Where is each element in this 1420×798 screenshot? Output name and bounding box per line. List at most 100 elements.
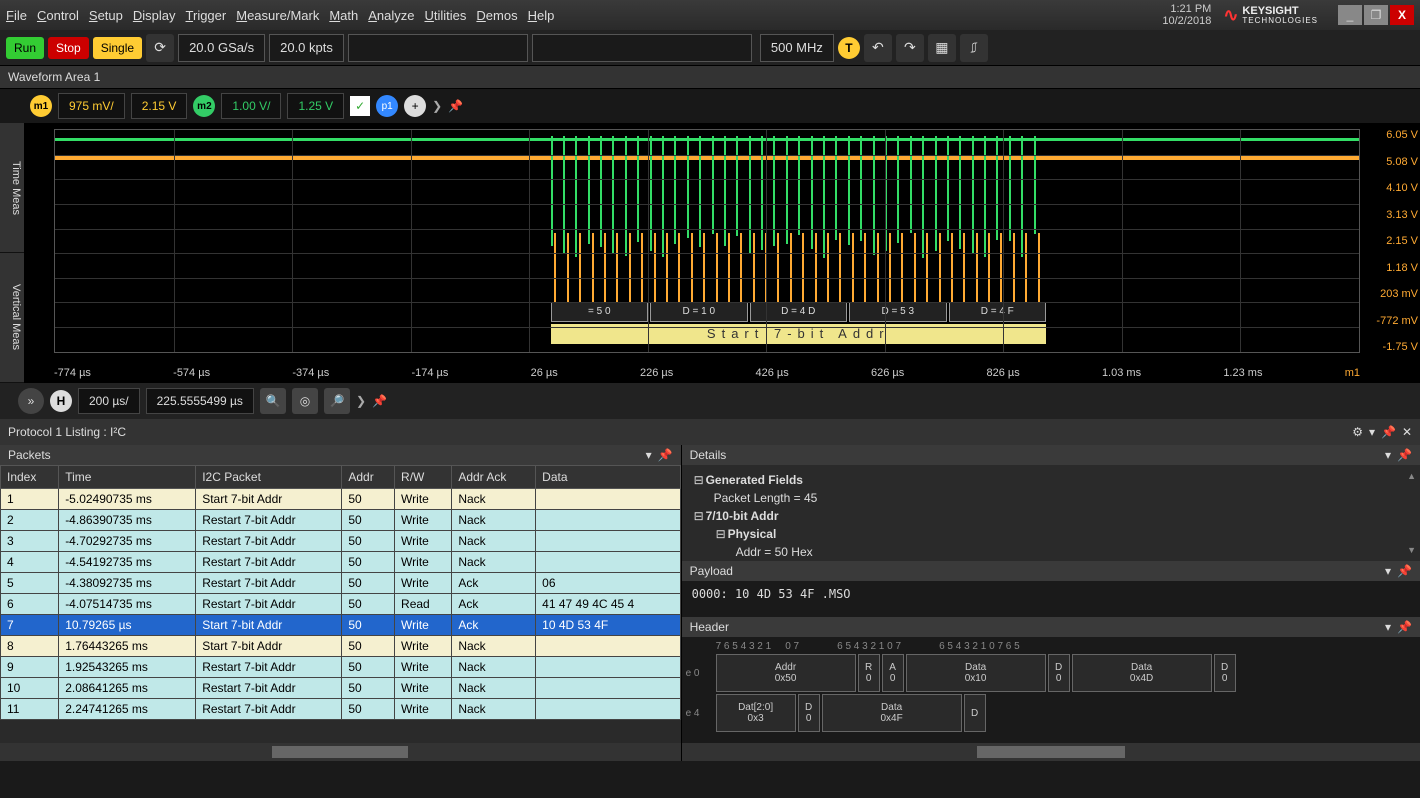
collapse-icon[interactable]: » <box>18 388 44 414</box>
timebase-position[interactable]: 225.5555499 µs <box>146 388 254 414</box>
dropdown-icon[interactable]: ▾ <box>1385 448 1391 462</box>
single-button[interactable]: Single <box>93 37 142 59</box>
pin-icon[interactable]: 📌 <box>1397 620 1412 634</box>
menu-trigger[interactable]: Trigger <box>186 8 227 23</box>
table-row[interactable]: 91.92543265 msRestart 7-bit Addr50WriteN… <box>1 657 681 678</box>
channel1-scale[interactable]: 975 mV/ <box>58 93 125 119</box>
table-row[interactable]: 5-4.38092735 msRestart 7-bit Addr50Write… <box>1 573 681 594</box>
menu-demos[interactable]: Demos <box>476 8 517 23</box>
y-axis-labels: 6.05 V5.08 V4.10 V3.13 V2.15 V1.18 V203 … <box>1364 129 1420 353</box>
brand-logo: ∿ KEYSIGHT TECHNOLOGIES <box>1223 5 1318 26</box>
header-section-header: Header ▾ 📌 <box>682 617 1420 637</box>
details-section-header: Details ▾ 📌 <box>682 445 1420 465</box>
packets-scrollbar[interactable] <box>0 743 681 761</box>
minimize-button[interactable]: _ <box>1338 5 1362 25</box>
protocol-marker-p1[interactable]: p1 <box>376 95 398 117</box>
sample-rate-field[interactable]: 20.0 GSa/s <box>178 34 265 62</box>
channel2-badge[interactable]: m2 <box>193 95 215 117</box>
table-row[interactable]: 2-4.86390735 msRestart 7-bit Addr50Write… <box>1 510 681 531</box>
table-row[interactable]: 6-4.07514735 msRestart 7-bit Addr50ReadA… <box>1 594 681 615</box>
toolbar-field-blank2[interactable] <box>532 34 752 62</box>
marker-enable-checkbox[interactable]: ✓ <box>350 96 370 116</box>
pin-icon[interactable]: 📌 <box>1381 425 1396 439</box>
menu-setup[interactable]: Setup <box>89 8 123 23</box>
bottom-panels: Packets ▾ 📌 IndexTimeI2C PacketAddrR/WAd… <box>0 445 1420 761</box>
packet-table[interactable]: IndexTimeI2C PacketAddrR/WAddr AckData1-… <box>0 465 681 743</box>
table-row[interactable]: 112.24741265 msRestart 7-bit Addr50Write… <box>1 699 681 720</box>
table-row[interactable]: 4-4.54192735 msRestart 7-bit Addr50Write… <box>1 552 681 573</box>
dropdown-icon[interactable]: ▾ <box>1385 620 1391 634</box>
menu-measuremark[interactable]: Measure/Mark <box>236 8 319 23</box>
table-row[interactable]: 102.08641265 msRestart 7-bit Addr50Write… <box>1 678 681 699</box>
close-panel-icon[interactable]: ✕ <box>1402 425 1412 439</box>
channel-controls: m1 975 mV/ 2.15 V m2 1.00 V/ 1.25 V ✓ p1… <box>0 89 1420 123</box>
menu-bar: File Control Setup Display Trigger Measure/Ma… <box>0 0 1420 30</box>
chevron-right-icon[interactable]: ❯ <box>356 394 366 408</box>
table-row[interactable]: 710.79265 µsStart 7-bit Addr50WriteAck10… <box>1 615 681 636</box>
pin-icon[interactable]: 📌 <box>658 448 673 462</box>
table-row[interactable]: 3-4.70292735 msRestart 7-bit Addr50Write… <box>1 531 681 552</box>
table-row[interactable]: 81.76443265 msStart 7-bit Addr50WriteNac… <box>1 636 681 657</box>
measurement-tabs: Time MeasVertical Meas <box>0 123 24 383</box>
layout-icon[interactable]: ▦ <box>928 34 956 62</box>
payload-hex-view[interactable]: 0000: 10 4D 53 4F .MSO <box>682 581 1420 617</box>
menu-help[interactable]: Help <box>528 8 555 23</box>
waveform-area: Time MeasVertical Meas = 5 0D = 1 0D = 4… <box>0 123 1420 383</box>
packets-panel: Packets ▾ 📌 IndexTimeI2C PacketAddrR/WAd… <box>0 445 682 761</box>
settings-gear-icon[interactable]: ⚙ <box>1352 425 1363 439</box>
clock-display: 1:21 PM 10/2/2018 <box>1162 3 1211 27</box>
menu-analyze[interactable]: Analyze <box>368 8 414 23</box>
menu-math[interactable]: Math <box>329 8 358 23</box>
waveform-area-title: Waveform Area 1 <box>0 66 1420 89</box>
signal-burst-area <box>551 136 1047 312</box>
undo-icon[interactable]: ↶ <box>864 34 892 62</box>
menu-display[interactable]: Display <box>133 8 176 23</box>
table-row[interactable]: 1-5.02490735 msStart 7-bit Addr50WriteNa… <box>1 489 681 510</box>
bandwidth-field[interactable]: 500 MHz <box>760 34 834 62</box>
stop-button[interactable]: Stop <box>48 37 89 59</box>
channel1-offset[interactable]: 2.15 V <box>131 93 188 119</box>
decode-overlay: = 5 0D = 1 0D = 4 DD = 5 3D = 4 F <box>551 302 1047 322</box>
channel2-scale[interactable]: 1.00 V/ <box>221 93 281 119</box>
add-channel-button[interactable]: + <box>404 95 426 117</box>
zoom-out-icon[interactable]: 🔍 <box>260 388 286 414</box>
trigger-indicator[interactable]: T <box>838 37 860 59</box>
side-tab-time-meas[interactable]: Time Meas <box>0 123 24 253</box>
details-area: Details ▾ 📌 ⊟Generated Fields Packet Len… <box>682 445 1420 761</box>
pin-icon[interactable]: 📌 <box>372 394 387 408</box>
zoom-in-icon[interactable]: 🔎 <box>324 388 350 414</box>
menu-file[interactable]: File <box>6 8 27 23</box>
pin-icon[interactable]: 📌 <box>448 99 463 113</box>
run-button[interactable]: Run <box>6 37 44 59</box>
menu-control[interactable]: Control <box>37 8 79 23</box>
packets-section-header: Packets ▾ 📌 <box>0 445 681 465</box>
chevron-right-icon[interactable]: ❯ <box>432 99 442 113</box>
horizontal-indicator[interactable]: H <box>50 390 72 412</box>
dropdown-icon[interactable]: ▾ <box>646 448 652 462</box>
redo-icon[interactable]: ↷ <box>896 34 924 62</box>
autoscale-icon[interactable]: ⎎ <box>960 34 988 62</box>
pin-icon[interactable]: 📌 <box>1397 564 1412 578</box>
side-tab-vertical-meas[interactable]: Vertical Meas <box>0 253 24 383</box>
channel2-offset[interactable]: 1.25 V <box>287 93 344 119</box>
details-scrollbar[interactable] <box>682 743 1420 761</box>
dropdown-icon[interactable]: ▾ <box>1369 425 1375 439</box>
maximize-button[interactable]: ❐ <box>1364 5 1388 25</box>
acquisition-toolbar: Run Stop Single ⟳ 20.0 GSa/s 20.0 kpts 5… <box>0 30 1420 66</box>
keysight-logo-icon: ∿ <box>1223 5 1238 26</box>
waveform-plot[interactable]: = 5 0D = 1 0D = 4 DD = 5 3D = 4 F Start … <box>24 123 1420 383</box>
details-tree[interactable]: ⊟Generated Fields Packet Length = 45 ⊟7/… <box>682 465 1420 561</box>
dropdown-icon[interactable]: ▾ <box>1385 564 1391 578</box>
channel1-badge[interactable]: m1 <box>30 95 52 117</box>
header-bitfield-diagram[interactable]: 7 6 5 4 3 2 1 0 7 6 5 4 3 2 1 0 7 6 5 4 … <box>682 637 1420 743</box>
x-axis-labels: -774 µs-574 µs-374 µs-174 µs26 µs226 µs4… <box>54 367 1360 379</box>
main-menu: File Control Setup Display Trigger Measure/Ma… <box>6 8 554 23</box>
points-field[interactable]: 20.0 kpts <box>269 34 344 62</box>
zoom-target-icon[interactable]: ◎ <box>292 388 318 414</box>
refresh-icon[interactable]: ⟳ <box>146 34 174 62</box>
toolbar-field-blank1[interactable] <box>348 34 528 62</box>
close-button[interactable]: X <box>1390 5 1414 25</box>
timebase-scale[interactable]: 200 µs/ <box>78 388 140 414</box>
pin-icon[interactable]: 📌 <box>1397 448 1412 462</box>
menu-utilities[interactable]: Utilities <box>425 8 467 23</box>
